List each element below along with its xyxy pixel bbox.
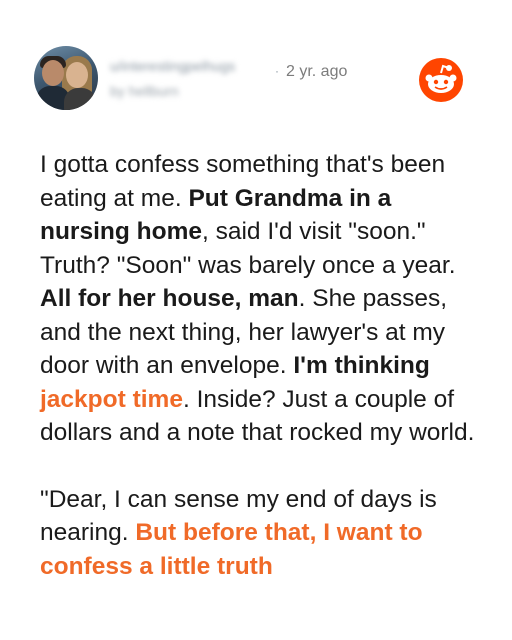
post-header: u/interestingpelhugs by hellburn · 2 yr.… [34,46,474,116]
post-body: I gotta confess something that's been ea… [40,148,480,616]
reddit-snoo-icon [419,58,463,102]
post-timestamp: 2 yr. ago [286,63,348,80]
text-segment-bold: I'm thinking [293,352,430,379]
text-segment-bold: All for her house, man [40,285,299,312]
meta-separator: · [275,64,279,78]
byline: by hellburn [110,83,179,99]
post-card: u/interestingpelhugs by hellburn · 2 yr.… [0,0,512,640]
post-paragraph-1: I gotta confess something that's been ea… [40,148,480,450]
text-segment-orange: jackpot time [40,385,183,413]
username[interactable]: u/interestingpelhugs [110,57,235,75]
user-avatar[interactable] [34,46,98,110]
post-paragraph-2: "Dear, I can sense my end of days is nea… [40,483,480,584]
